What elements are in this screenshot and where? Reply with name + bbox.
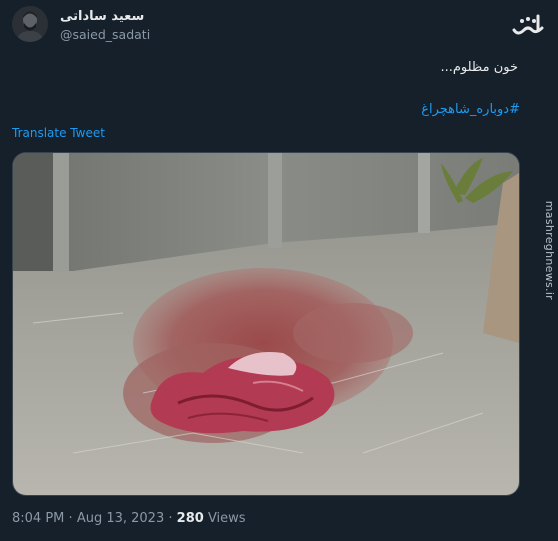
translate-tweet-link[interactable]: Translate Tweet [12,126,105,140]
hashtag-link[interactable]: #دوباره_شاهچراغ [421,102,520,117]
views-label: Views [207,511,246,526]
watermark-site-text: mashreghnews.ir [543,200,556,300]
avatar[interactable] [12,6,48,42]
tweet-date[interactable]: Aug 13, 2023 [77,511,164,526]
author-handle[interactable]: @saied_sadati [60,27,150,42]
tweet-text: خون مظلوم... [440,60,518,75]
tweet-card: سعید ساداتی @saied_sadati mashreghnews.i… [0,0,558,541]
avatar-icon [12,6,48,42]
tweet-meta: 8:04 PM · Aug 13, 2023 · 280 Views [12,511,246,526]
tweet-time[interactable]: 8:04 PM [12,511,64,526]
mashregh-logo-icon [508,6,548,46]
tweet-photo[interactable] [12,152,520,496]
meta-separator: · [68,511,73,526]
author-display-name[interactable]: سعید ساداتی [60,9,144,24]
meta-separator: · [168,511,173,526]
views-count: 280 [176,511,204,526]
